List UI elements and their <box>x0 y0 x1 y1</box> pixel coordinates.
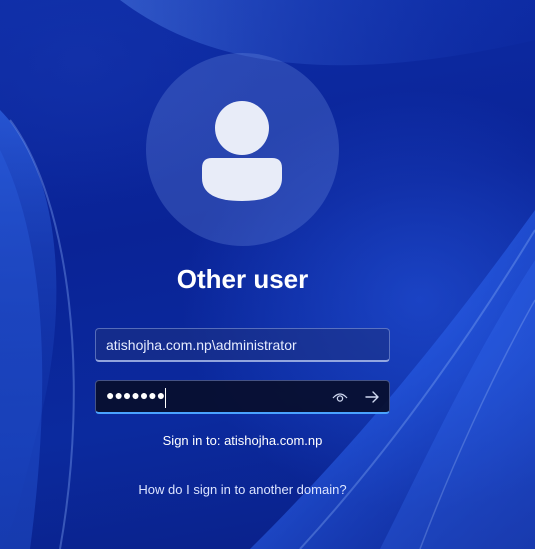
arrow-right-icon[interactable] <box>361 386 383 408</box>
sign-in-domain-text: Sign in to: atishojha.com.np <box>162 433 323 448</box>
password-field[interactable]: ●●●●●●● <box>95 380 390 414</box>
text-caret <box>165 388 166 408</box>
username-value: atishojha.com.np\administrator <box>106 337 297 353</box>
eye-icon[interactable] <box>329 386 351 408</box>
user-display-name: Other user <box>176 264 309 294</box>
username-field[interactable]: atishojha.com.np\administrator <box>95 328 390 362</box>
password-value: ●●●●●●● <box>106 387 166 403</box>
other-domain-link[interactable]: How do I sign in to another domain? <box>0 482 485 497</box>
avatar <box>146 53 339 246</box>
person-icon <box>202 101 282 201</box>
